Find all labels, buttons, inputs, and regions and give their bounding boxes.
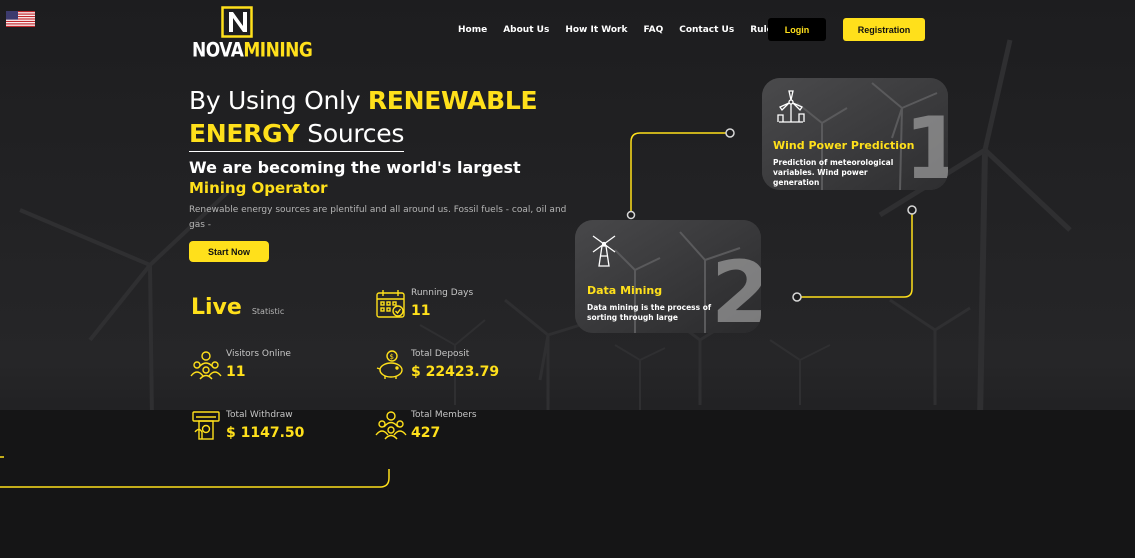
nav-contact-us[interactable]: Contact Us — [679, 25, 734, 35]
logo-wordmark: NOVAMINING — [192, 39, 313, 62]
logo-mark-icon — [221, 6, 253, 38]
decorative-bottom-line — [0, 456, 390, 488]
card-1-text: Prediction of meteorological variables. … — [773, 158, 894, 187]
total-members-value: 427 — [411, 425, 441, 441]
stat-total-withdraw: Total Withdraw $ 1147.50 — [190, 410, 304, 442]
visitors-online-value: 11 — [226, 364, 246, 380]
login-button[interactable]: Login — [768, 18, 826, 41]
windmill-icon — [592, 235, 616, 267]
brand-logo[interactable]: NOVAMINING — [192, 6, 313, 62]
users-icon — [190, 351, 222, 380]
total-withdraw-value: $ 1147.50 — [226, 425, 305, 441]
nav-home[interactable]: Home — [458, 25, 487, 35]
piggy-bank-icon: $ — [376, 350, 403, 379]
svg-text:$: $ — [390, 353, 394, 361]
total-deposit-value: $ 22423.79 — [411, 364, 500, 380]
stat-running-days: Running Days 11 — [375, 288, 473, 320]
live-statistic-heading: Live Statistic — [191, 295, 284, 320]
main-nav: Home About Us How It Work FAQ Contact Us… — [458, 18, 794, 42]
hero-title-highlight-energy: ENERGY — [189, 119, 300, 148]
start-now-button[interactable]: Start Now — [189, 241, 269, 262]
stat-visitors-online: Visitors Online 11 — [190, 349, 291, 381]
total-deposit-label: Total Deposit — [411, 349, 470, 359]
atm-withdraw-icon — [192, 411, 220, 440]
calendar-icon — [376, 290, 405, 318]
live-label: Live — [191, 295, 242, 320]
hero-title-line2: ENERGY Sources — [189, 117, 404, 152]
total-withdraw-label: Total Withdraw — [226, 410, 293, 420]
live-sub-label: Statistic — [251, 307, 285, 316]
stat-total-deposit: $ Total Deposit $ 22423.79 — [375, 349, 499, 381]
hero-title-highlight-renewable: RENEWABLE — [367, 86, 538, 115]
hero-title-part1: By Using Only — [189, 86, 368, 115]
hero-subtitle: We are becoming the world's largest — [189, 158, 521, 177]
nav-how-it-work[interactable]: How It Work — [565, 25, 627, 35]
stat-total-members: Total Members 427 — [375, 410, 477, 442]
hero-title-part2: Sources — [299, 119, 405, 148]
card-2-title: Data Mining — [587, 284, 663, 297]
visitors-online-label: Visitors Online — [226, 349, 291, 359]
wind-turbine-icon — [777, 90, 805, 123]
us-flag-icon[interactable] — [6, 11, 35, 27]
feature-card-data-mining[interactable]: 2 Data Mining Data mining is the process… — [575, 220, 761, 333]
logo-word-nova: NOVA — [192, 39, 244, 62]
running-days-label: Running Days — [411, 288, 474, 298]
card-2-number: 2 — [711, 243, 761, 333]
logo-word-mining: MINING — [243, 39, 313, 62]
total-members-label: Total Members — [411, 410, 477, 420]
running-days-value: 11 — [411, 303, 431, 319]
card-2-text: Data mining is the process of sorting th… — [587, 303, 712, 322]
nav-faq[interactable]: FAQ — [643, 25, 663, 35]
members-icon — [375, 411, 407, 440]
feature-card-wind-power[interactable]: 1 Wind Power Prediction Prediction of me… — [762, 78, 948, 190]
nav-about-us[interactable]: About Us — [503, 25, 549, 35]
hero-subtitle-highlight: Mining Operator — [189, 179, 328, 197]
registration-button[interactable]: Registration — [843, 18, 925, 41]
hero-section: By Using Only RENEWABLE ENERGY Sources W… — [189, 84, 589, 233]
hero-description: Renewable energy sources are plentiful a… — [189, 205, 567, 230]
card-1-title: Wind Power Prediction — [773, 139, 915, 152]
hero-title: By Using Only RENEWABLE ENERGY Sources — [189, 84, 589, 152]
